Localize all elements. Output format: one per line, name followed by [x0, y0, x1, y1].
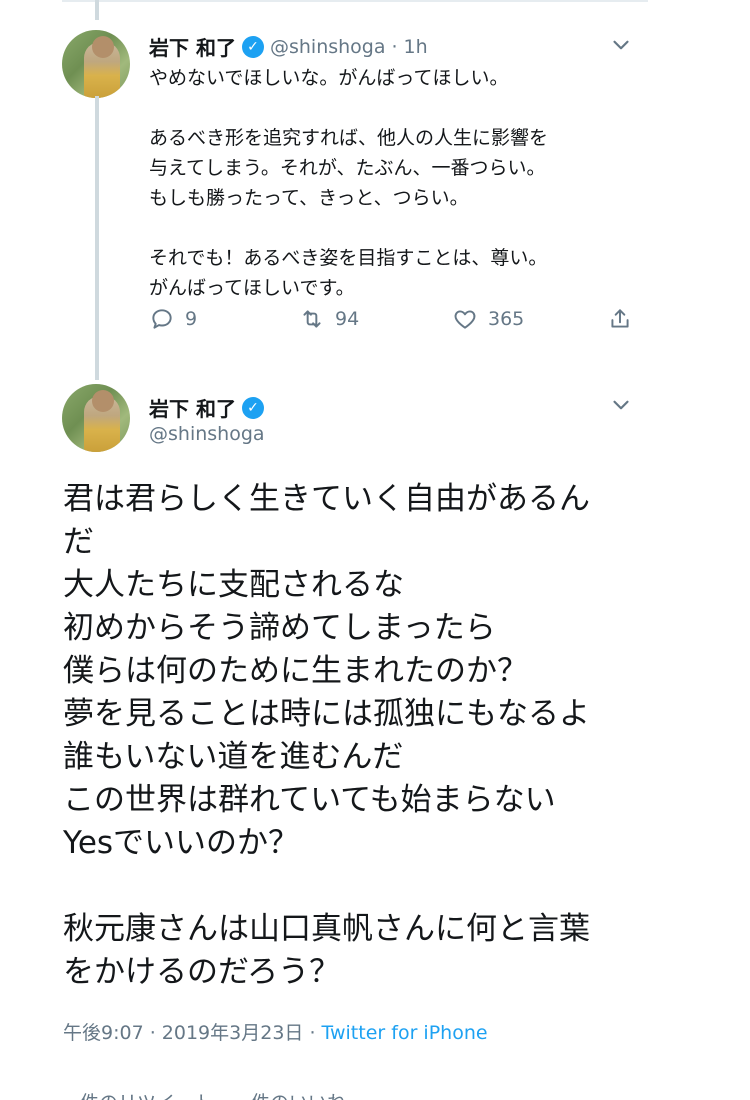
share-button[interactable] — [607, 306, 633, 332]
tweet-line-blank — [63, 865, 663, 908]
reply-icon — [152, 309, 172, 329]
chevron-down-icon[interactable] — [608, 32, 634, 58]
like-button[interactable]: 365 — [452, 306, 524, 332]
thread-connector-top — [95, 0, 99, 20]
retweet-button[interactable]: 94 — [299, 306, 359, 332]
avatar[interactable] — [62, 384, 130, 452]
tweet-line: をかけるのだろう？ — [63, 954, 341, 990]
tweet-line: Yesでいいのか？ — [63, 825, 300, 861]
chevron-down-icon[interactable] — [608, 392, 634, 418]
tweet-source-link[interactable]: Twitter for iPhone — [322, 1022, 488, 1044]
tweet-line: あるべき形を追究すれば、他人の人生に影響を — [149, 127, 549, 149]
tweet-line: 誰もいない道を進むんだ — [63, 739, 404, 775]
author-name[interactable]: 岩下 和了 — [149, 32, 236, 61]
reply-tweet-header: 岩下 和了 ✓ @shinshoga · 1h — [149, 32, 428, 61]
tweet-line: 大人たちに支配されるな — [63, 567, 404, 603]
tweet-line: やめないでほしいな。がんばってほしい。 — [149, 67, 509, 89]
main-tweet-author: 岩下 和了 ✓ — [149, 393, 264, 422]
tweet-timestamp[interactable]: 午後9:07 · 2019年3月23日 · — [63, 1022, 322, 1044]
avatar[interactable] — [62, 30, 130, 98]
reply-count: 9 — [185, 308, 198, 330]
tweet-line: 君は君らしく生きていく自由があるん — [63, 481, 590, 517]
tweet-actions: 9 94 365 — [149, 306, 639, 336]
tweet-line-blank — [149, 213, 639, 243]
author-handle[interactable]: @shinshoga — [149, 423, 265, 445]
tweet-line: 与えてしまう。それが、たぶん、一番つらい。 — [149, 157, 546, 179]
tweet-metadata: 午後9:07 · 2019年3月23日 · Twitter for iPhone — [63, 1018, 488, 1045]
tweet-line: それでも！あるべき姿を目指すことは、尊い。 — [149, 247, 548, 269]
retweet-icon — [303, 310, 321, 328]
verified-badge-icon: ✓ — [241, 35, 264, 58]
tweet-line: 夢を見ることは時には孤独にもなるよ — [63, 696, 590, 732]
author-name[interactable]: 岩下 和了 — [149, 393, 236, 422]
tweet-line: 秋元康さんは山口真帆さんに何と言葉 — [63, 911, 590, 947]
engagement-stats-cutoff: 件のリツイート 件のいいね — [80, 1088, 460, 1100]
tweet-line-blank — [149, 93, 639, 123]
author-handle[interactable]: @shinshoga — [270, 36, 386, 58]
tweet-line: もしも勝ったって、きっと、つらい。 — [149, 187, 469, 209]
tweet-line: 僕らは何のために生まれたのか？ — [63, 653, 528, 689]
reply-tweet-text: やめないでほしいな。がんばってほしい。 あるべき形を追究すれば、他人の人生に影響… — [149, 63, 639, 303]
separator: · — [391, 35, 398, 58]
main-tweet-text: 君は君らしく生きていく自由があるん だ 大人たちに支配されるな 初めからそう諦め… — [63, 478, 663, 994]
tweet-time[interactable]: 1h — [404, 36, 428, 58]
tweet-line: がんばってほしいです。 — [149, 277, 355, 299]
like-count: 365 — [488, 308, 525, 330]
thread-connector — [95, 96, 99, 380]
verified-badge-icon: ✓ — [241, 396, 264, 419]
heart-icon — [454, 310, 476, 329]
main-tweet-handle-row: @shinshoga — [149, 423, 265, 445]
share-icon — [611, 309, 629, 328]
tweet-line: だ — [63, 524, 94, 560]
tweet-line: 初めからそう諦めてしまったら — [63, 610, 496, 646]
top-divider — [62, 0, 648, 2]
retweet-count: 94 — [335, 308, 360, 330]
reply-button[interactable]: 9 — [149, 306, 197, 332]
tweet-line: この世界は群れていても始まらない — [63, 782, 556, 818]
engagement-stats[interactable]: 件のリツイート 件のいいね — [80, 1092, 346, 1100]
